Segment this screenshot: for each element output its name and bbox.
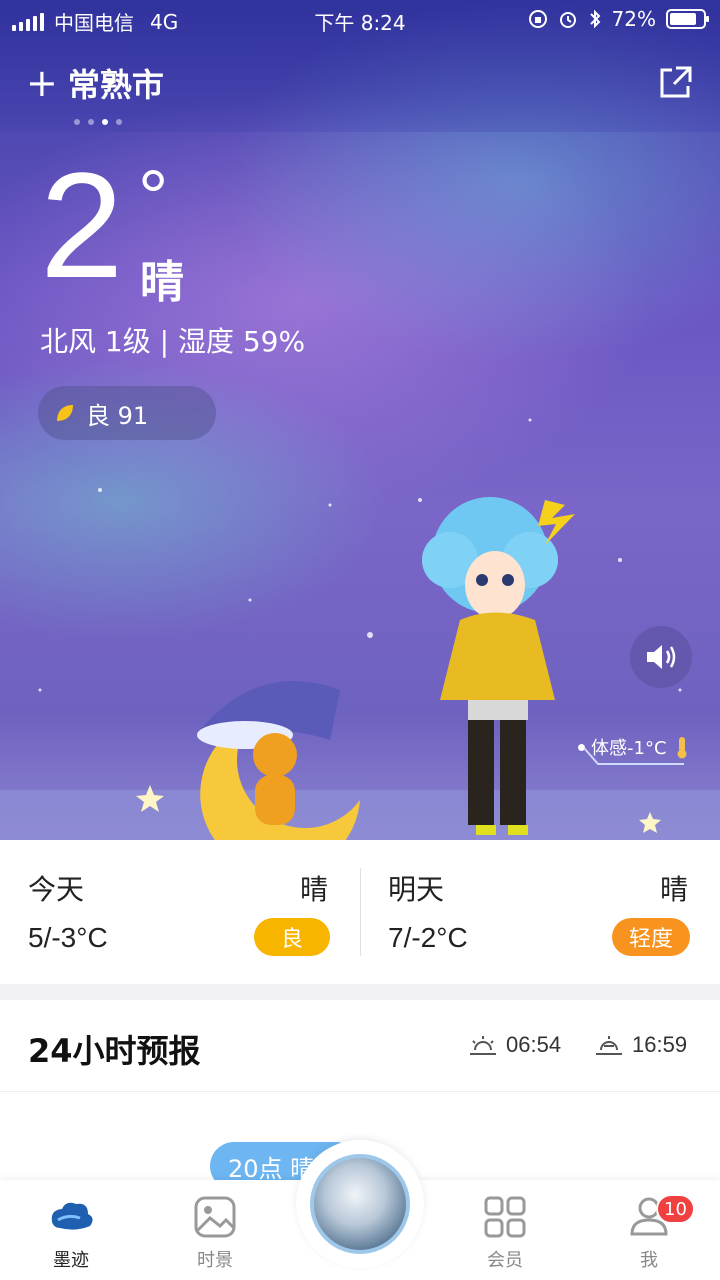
- center-weather-button[interactable]: [296, 1140, 424, 1268]
- city-selector[interactable]: + 常熟市: [26, 60, 164, 106]
- day-condition: 晴: [299, 873, 328, 906]
- tab-label: 墨迹: [53, 1250, 89, 1271]
- battery-icon: [666, 9, 709, 29]
- day-label: 今天: [28, 873, 85, 906]
- day-aqi-badge: 良: [254, 918, 330, 956]
- degree-symbol: °: [138, 155, 169, 240]
- day-today[interactable]: 今天 晴 5/-3°C 良: [0, 840, 360, 984]
- daily-summary-card: 今天 晴 5/-3°C 良 明天 晴 7/-2°C 轻度: [0, 840, 720, 984]
- feels-pointer-line: [584, 748, 684, 765]
- speaker-icon: [647, 645, 676, 669]
- day-tomorrow[interactable]: 明天 晴 7/-2°C 轻度: [360, 840, 720, 984]
- city-name[interactable]: 常熟市: [68, 60, 164, 106]
- voice-broadcast-button[interactable]: [630, 626, 692, 688]
- leaf-icon: [57, 405, 73, 421]
- tab-label: 我: [640, 1250, 658, 1271]
- tab-scenes[interactable]: 时景: [160, 1180, 270, 1280]
- day-aqi-badge: 轻度: [612, 918, 690, 956]
- status-bar: 中国电信 4G 下午 8:24 72%: [0, 0, 720, 38]
- sunrise-time: 06:54: [506, 1032, 562, 1057]
- cloud-logo-icon: [51, 1202, 93, 1230]
- card-divider: [0, 1091, 720, 1092]
- page-indicator: [74, 119, 122, 125]
- tab-membership[interactable]: 会员: [450, 1180, 560, 1280]
- share-icon[interactable]: [656, 64, 694, 102]
- wind-humidity: 北风 1级 | 湿度 59%: [40, 325, 306, 358]
- current-condition: 晴: [140, 257, 184, 308]
- hourly-forecast-title: 24小时预报: [28, 1032, 201, 1070]
- grid-icon: [484, 1196, 526, 1238]
- aqi-pill[interactable]: 良 91: [38, 386, 216, 440]
- day-label: 明天: [388, 873, 445, 906]
- tab-moji[interactable]: 墨迹: [16, 1180, 126, 1280]
- character-illustration: [422, 497, 575, 835]
- day-condition: 晴: [659, 873, 688, 906]
- sky-thumbnail: [310, 1154, 410, 1254]
- aqi-value: 良 91: [86, 401, 149, 430]
- tab-label: 时景: [197, 1250, 233, 1271]
- current-temperature: 2: [40, 141, 124, 309]
- sunset-icon: [596, 1036, 622, 1055]
- sunset: 16:59: [594, 1032, 687, 1058]
- tab-label: 会员: [487, 1250, 523, 1271]
- tab-me[interactable]: 我: [594, 1180, 704, 1280]
- bluetooth-icon: [589, 9, 600, 29]
- weather-hero: 中国电信 4G 下午 8:24 72% + 常熟市 2 ° 晴 北风 1级 | …: [0, 0, 720, 840]
- moon-illustration: [197, 681, 360, 840]
- sunset-time: 16:59: [632, 1032, 688, 1057]
- battery-percent: 72%: [611, 7, 656, 31]
- notification-badge: 10: [656, 1194, 695, 1224]
- sunrise-icon: [470, 1036, 496, 1055]
- day-temperature-range: 5/-3°C: [28, 922, 108, 953]
- lock-rotation-icon: [528, 10, 547, 28]
- alarm-icon: [559, 12, 576, 28]
- picture-icon: [194, 1196, 236, 1238]
- day-temperature-range: 7/-2°C: [388, 922, 468, 953]
- plus-icon[interactable]: +: [26, 64, 58, 102]
- sunrise: 06:54: [468, 1032, 561, 1058]
